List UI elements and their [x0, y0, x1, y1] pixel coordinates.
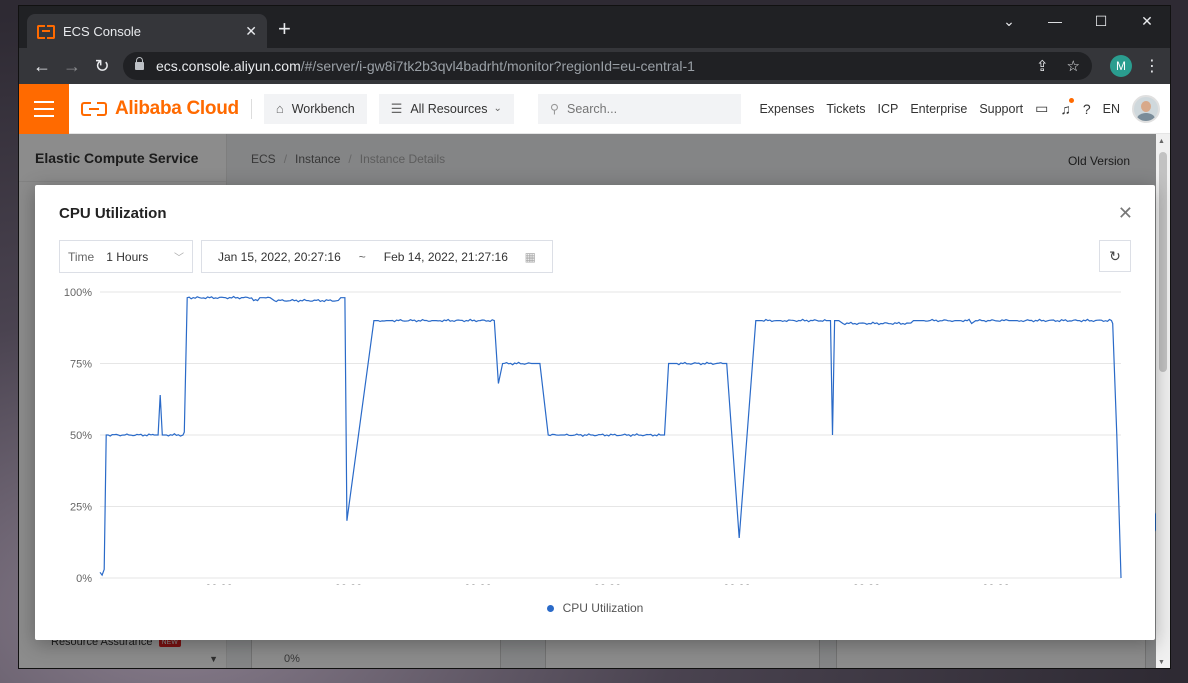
- maximize-button[interactable]: ☐: [1078, 6, 1124, 36]
- time-period-select[interactable]: Time 1 Hours ﹀: [59, 240, 193, 273]
- nav-link-enterprise[interactable]: Enterprise: [910, 102, 967, 116]
- nav-link-tickets[interactable]: Tickets: [826, 102, 865, 116]
- calendar-icon: ▦: [524, 249, 536, 264]
- range-separator: ~: [358, 249, 366, 264]
- language-switcher[interactable]: EN: [1103, 102, 1120, 116]
- notification-bell-icon[interactable]: ♫: [1060, 97, 1074, 117]
- workbench-label: Workbench: [291, 101, 355, 116]
- list-icon: ☰: [390, 100, 403, 116]
- help-icon[interactable]: ?: [1083, 101, 1091, 117]
- browser-window: ECS Console ✕ + ⌄ — ☐ ✕ ← → ↻ ecs.consol…: [19, 6, 1170, 668]
- omnibox-actions: ⇪ ☆: [1036, 57, 1080, 75]
- browser-titlebar: ECS Console ✕ + ⌄ — ☐ ✕: [19, 6, 1170, 48]
- x-tick-label: 00:00: [982, 583, 1010, 585]
- time-value: 1 Hours: [106, 249, 149, 264]
- cpu-utilization-series-line: [99, 295, 1122, 579]
- x-tick-label: 00:00: [464, 583, 492, 585]
- nav-divider: [250, 98, 252, 119]
- scrollbar-thumb[interactable]: [1159, 152, 1167, 372]
- cpu-utilization-chart: 100% 75% 50% 25% 0% 00:00 00:00 00:00 00:00 00:00…: [64, 287, 1122, 585]
- x-tick-label: 00:00: [853, 583, 881, 585]
- chart-legend[interactable]: CPU Utilization: [35, 601, 1155, 615]
- range-start: Jan 15, 2022, 20:27:16: [218, 249, 341, 264]
- cpu-utilization-modal: CPU Utilization ✕ Time 1 Hours ﹀ Jan 15,…: [35, 185, 1155, 640]
- notification-dot: [1068, 97, 1074, 103]
- x-tick-label: 00:00: [594, 583, 622, 585]
- all-resources-dropdown[interactable]: ☰ All Resources ⌄: [378, 93, 514, 124]
- scroll-up-icon[interactable]: ▲: [1158, 138, 1165, 145]
- date-range-picker[interactable]: Jan 15, 2022, 20:27:16 ~ Feb 14, 2022, 2…: [201, 240, 553, 273]
- x-tick-label: 00:00: [205, 583, 233, 585]
- search-input[interactable]: [567, 101, 718, 116]
- y-tick-label: 50%: [70, 430, 92, 442]
- chevron-down-icon: ⌄: [493, 103, 502, 114]
- minimize-button[interactable]: —: [1032, 6, 1078, 36]
- lock-icon: [135, 57, 144, 70]
- browser-menu-icon[interactable]: ⋮: [1142, 56, 1162, 76]
- modal-title: CPU Utilization: [59, 205, 167, 222]
- user-avatar[interactable]: [1132, 94, 1160, 123]
- hamburger-menu-button[interactable]: [19, 83, 69, 134]
- nav-link-icp[interactable]: ICP: [877, 102, 898, 116]
- page-scrollbar[interactable]: ▲ ▼: [1156, 134, 1170, 668]
- profile-avatar[interactable]: M: [1110, 55, 1132, 77]
- share-icon[interactable]: ⇪: [1036, 57, 1049, 75]
- tab-close-icon[interactable]: ✕: [245, 23, 257, 40]
- url-path: /#/server/i-gw8i7tk2b3qvl4badrht/monitor…: [300, 58, 695, 74]
- tab-title: ECS Console: [63, 23, 142, 39]
- url-host: ecs.console.aliyun.com: [156, 58, 301, 74]
- top-nav-links: Expenses Tickets ICP Enterprise Support …: [759, 94, 1170, 123]
- home-icon: ⌂: [275, 101, 284, 116]
- logo-text: Alibaba Cloud: [115, 97, 239, 119]
- x-tick-label: 00:00: [335, 583, 363, 585]
- tab-search-button[interactable]: ⌄: [986, 6, 1032, 36]
- browser-tab[interactable]: ECS Console ✕: [27, 14, 267, 48]
- y-tick-label: 0%: [76, 573, 92, 585]
- url-omnibox[interactable]: ecs.console.aliyun.com/#/server/i-gw8i7t…: [123, 52, 1092, 80]
- close-icon[interactable]: ✕: [1118, 203, 1133, 224]
- alibaba-cloud-logo[interactable]: Alibaba Cloud: [81, 98, 239, 120]
- range-end: Feb 14, 2022, 21:27:16: [383, 249, 508, 264]
- window-controls: ⌄ — ☐ ✕: [986, 6, 1170, 36]
- address-bar: ← → ↻ ecs.console.aliyun.com/#/server/i-…: [19, 48, 1170, 84]
- y-tick-label: 75%: [70, 359, 92, 371]
- chevron-down-icon: ﹀: [174, 253, 184, 264]
- cloud-shell-icon[interactable]: ▭: [1035, 100, 1048, 117]
- y-tick-label: 100%: [64, 287, 92, 299]
- close-window-button[interactable]: ✕: [1124, 6, 1170, 36]
- alibaba-cloud-favicon-icon: [37, 25, 55, 39]
- search-icon: ⚲: [549, 102, 560, 116]
- nav-link-support[interactable]: Support: [979, 102, 1023, 116]
- y-tick-label: 25%: [70, 502, 92, 514]
- bookmark-star-icon[interactable]: ☆: [1067, 57, 1080, 75]
- refresh-icon: ↻: [1109, 247, 1121, 264]
- all-resources-label: All Resources: [410, 101, 488, 116]
- reload-button[interactable]: ↻: [87, 51, 117, 81]
- time-label: Time: [68, 249, 95, 264]
- legend-swatch: [546, 604, 554, 612]
- console-top-nav: Alibaba Cloud ⌂ Workbench ☰ All Resource…: [19, 83, 1170, 134]
- refresh-button[interactable]: ↻: [1099, 240, 1131, 272]
- console-search[interactable]: ⚲: [537, 93, 741, 124]
- forward-button[interactable]: →: [57, 51, 87, 81]
- workbench-button[interactable]: ⌂ Workbench: [263, 93, 367, 124]
- back-button[interactable]: ←: [27, 51, 57, 81]
- new-tab-button[interactable]: +: [278, 18, 291, 40]
- legend-label: CPU Utilization: [562, 601, 644, 615]
- alibaba-logo-icon: [81, 101, 107, 116]
- x-tick-label: 00:00: [723, 583, 751, 585]
- nav-link-expenses[interactable]: Expenses: [759, 102, 814, 116]
- scroll-down-icon[interactable]: ▼: [1158, 659, 1165, 666]
